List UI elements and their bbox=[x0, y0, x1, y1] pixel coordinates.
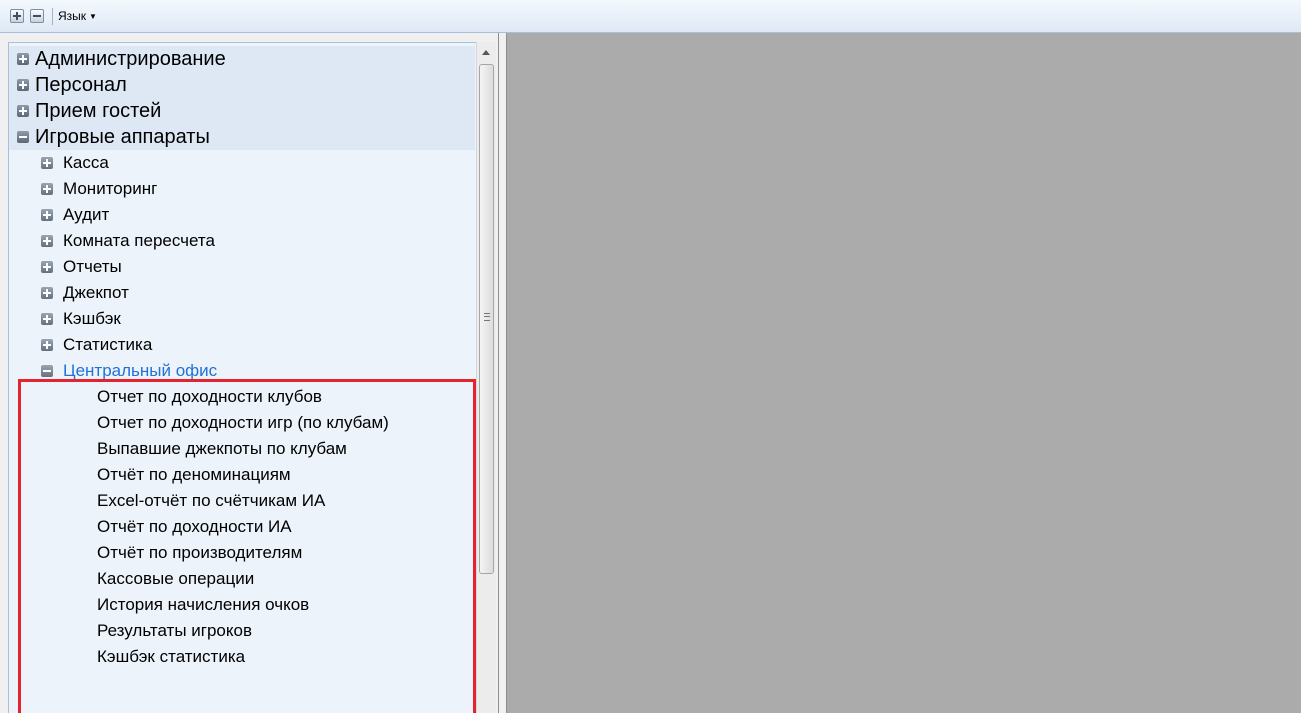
tree-leaf-label: Кассовые операции bbox=[97, 569, 255, 588]
tree-item-label: Кэшбэк bbox=[63, 309, 121, 328]
tree-item-jackpot[interactable]: Джекпот bbox=[9, 280, 475, 306]
tree-leaf-label: Отчет по доходности клубов bbox=[97, 387, 322, 406]
tree-item-label: Отчеты bbox=[63, 257, 122, 276]
scroll-up-arrow-icon[interactable] bbox=[477, 42, 496, 62]
tree-section-label: Игровые аппараты bbox=[35, 126, 210, 148]
tree-item-count-room[interactable]: Комната пересчета bbox=[9, 228, 475, 254]
collapse-icon[interactable] bbox=[17, 131, 29, 143]
tree-item-cashback[interactable]: Кэшбэк bbox=[9, 306, 475, 332]
tree-item-monitoring[interactable]: Мониторинг bbox=[9, 176, 475, 202]
tree-leaf-player-results[interactable]: Результаты игроков bbox=[9, 618, 475, 644]
tree-item-reports[interactable]: Отчеты bbox=[9, 254, 475, 280]
tree-item-central-office[interactable]: Центральный офис bbox=[9, 358, 475, 384]
tree-leaf-label: Выпавшие джекпоты по клубам bbox=[97, 439, 347, 458]
language-menu-label: Язык bbox=[58, 9, 87, 23]
tree-item-statistics[interactable]: Статистика bbox=[9, 332, 475, 358]
tree-section-administration[interactable]: Администрирование bbox=[9, 46, 475, 72]
top-toolbar: Язык ▼ bbox=[0, 0, 1301, 33]
expand-icon[interactable] bbox=[41, 313, 53, 325]
tree-section-label: Персонал bbox=[35, 74, 127, 96]
tree-leaf-denominations-report[interactable]: Отчёт по деноминациям bbox=[9, 462, 475, 488]
navigation-tree: Администрирование Персонал Прием гостей … bbox=[8, 42, 476, 713]
tree-leaf-label: Отчёт по производителям bbox=[97, 543, 303, 562]
tree-leaf-points-history[interactable]: История начисления очков bbox=[9, 592, 475, 618]
expand-icon[interactable] bbox=[41, 183, 53, 195]
tree-section-label: Администрирование bbox=[35, 48, 226, 70]
collapse-all-button[interactable] bbox=[30, 9, 44, 23]
tree-leaf-label: Отчет по доходности игр (по клубам) bbox=[97, 413, 389, 432]
tree-leaf-label: Excel-отчёт по счётчикам ИА bbox=[97, 491, 326, 510]
tree-item-label: Касса bbox=[63, 153, 109, 172]
tree-leaf-label: Отчёт по деноминациям bbox=[97, 465, 291, 484]
tree-leaf-game-profitability-report[interactable]: Отчет по доходности игр (по клубам) bbox=[9, 410, 475, 436]
tree-section-game-machines[interactable]: Игровые аппараты bbox=[9, 124, 475, 150]
expand-icon[interactable] bbox=[41, 339, 53, 351]
panel-splitter[interactable] bbox=[499, 33, 507, 713]
tree-leaf-jackpots-by-club[interactable]: Выпавшие джекпоты по клубам bbox=[9, 436, 475, 462]
tree-leaf-machine-profitability-report[interactable]: Отчёт по доходности ИА bbox=[9, 514, 475, 540]
tree-section-personnel[interactable]: Персонал bbox=[9, 72, 475, 98]
tree-section-guest-reception[interactable]: Прием гостей bbox=[9, 98, 475, 124]
language-menu[interactable]: Язык ▼ bbox=[58, 9, 97, 23]
tree-item-label: Мониторинг bbox=[63, 179, 158, 198]
main-workspace bbox=[507, 33, 1301, 713]
expand-icon[interactable] bbox=[17, 105, 29, 117]
expand-icon[interactable] bbox=[17, 79, 29, 91]
tree-leaf-label: Результаты игроков bbox=[97, 621, 252, 640]
tree-leaf-club-profitability-report[interactable]: Отчет по доходности клубов bbox=[9, 384, 475, 410]
tree-section-label: Прием гостей bbox=[35, 100, 162, 122]
tree-leaf-manufacturers-report[interactable]: Отчёт по производителям bbox=[9, 540, 475, 566]
tree-item-label: Статистика bbox=[63, 335, 153, 354]
expand-icon[interactable] bbox=[17, 53, 29, 65]
tree-item-label: Комната пересчета bbox=[63, 231, 215, 250]
collapse-icon[interactable] bbox=[41, 365, 53, 377]
tree-leaf-label: Кэшбэк статистика bbox=[97, 647, 246, 666]
expand-icon[interactable] bbox=[41, 287, 53, 299]
expand-icon[interactable] bbox=[41, 235, 53, 247]
tree-leaf-cashback-statistics[interactable]: Кэшбэк статистика bbox=[9, 644, 475, 670]
tree-leaf-label: Отчёт по доходности ИА bbox=[97, 517, 292, 536]
tree-leaf-cash-operations[interactable]: Кассовые операции bbox=[9, 566, 475, 592]
tree-leaf-label: История начисления очков bbox=[97, 595, 310, 614]
tree-item-cash[interactable]: Касса bbox=[9, 150, 475, 176]
scrollbar-thumb[interactable] bbox=[479, 64, 494, 574]
grip-icon bbox=[484, 313, 490, 321]
tree-item-audit[interactable]: Аудит bbox=[9, 202, 475, 228]
expand-icon[interactable] bbox=[41, 261, 53, 273]
tree-scrollbar[interactable] bbox=[476, 42, 496, 713]
navigation-panel: Администрирование Персонал Прием гостей … bbox=[0, 33, 499, 713]
expand-icon[interactable] bbox=[41, 157, 53, 169]
dropdown-arrow-icon: ▼ bbox=[89, 12, 97, 21]
tree-item-label: Джекпот bbox=[63, 283, 129, 302]
toolbar-separator bbox=[52, 8, 53, 25]
minus-icon bbox=[33, 15, 41, 17]
expand-icon[interactable] bbox=[41, 209, 53, 221]
tree-leaf-excel-meters-report[interactable]: Excel-отчёт по счётчикам ИА bbox=[9, 488, 475, 514]
tree-item-label: Аудит bbox=[63, 205, 110, 224]
tree-item-label: Центральный офис bbox=[63, 361, 218, 380]
expand-all-button[interactable] bbox=[10, 9, 24, 23]
